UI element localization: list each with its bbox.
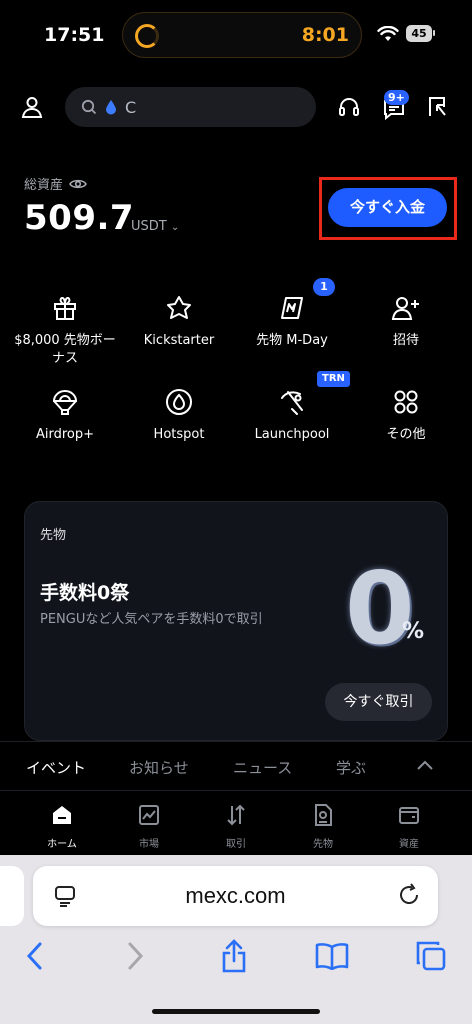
shortcut-kickstarter[interactable]: Kickstarter <box>127 292 231 350</box>
gift-icon <box>47 292 83 324</box>
shortcut-label: Launchpool <box>254 427 330 442</box>
search-icon <box>81 99 97 115</box>
total-assets-text: 総資産 <box>24 178 64 193</box>
promo-description: PENGUなど人気ペアを手数料0で取引 <box>40 612 263 627</box>
timer-ring-icon <box>135 24 159 48</box>
total-assets-label: 総資産 <box>24 174 87 193</box>
nav-assets[interactable]: 資産 <box>379 803 439 850</box>
back-button[interactable] <box>16 938 52 974</box>
nav-futures[interactable]: 先物 <box>293 803 353 850</box>
invite-user-icon <box>388 292 424 324</box>
address-bar[interactable]: mexc.com <box>33 866 438 926</box>
shortcut-more[interactable]: その他 <box>354 386 458 444</box>
search-input[interactable]: C <box>65 87 316 127</box>
notification-badge: 9+ <box>384 90 409 105</box>
battery-indicator: 45 <box>406 25 432 42</box>
trade-now-button[interactable]: 今すぐ取引 <box>325 683 432 721</box>
shortcut-airdrop[interactable]: Airdrop+ <box>13 386 117 444</box>
promo-title: 手数料0祭 <box>40 582 130 604</box>
nav-label: 市場 <box>139 839 159 850</box>
tab-announcements[interactable]: お知らせ <box>129 757 189 778</box>
chevron-down-icon: ⌄ <box>170 222 180 233</box>
search-placeholder: C <box>125 97 137 117</box>
tabs-icon <box>416 941 446 971</box>
rocket-icon <box>161 292 197 324</box>
support-headset-icon[interactable] <box>335 93 363 121</box>
shortcut-label: 招待 <box>392 333 419 348</box>
percent-graphic: % <box>402 619 425 644</box>
url-text: mexc.com <box>185 883 286 908</box>
tab-events[interactable]: イベント <box>26 757 86 778</box>
more-grid-icon <box>388 386 424 418</box>
parachute-icon <box>47 386 83 418</box>
eye-icon[interactable] <box>69 178 87 190</box>
dynamic-island: 8:01 <box>122 12 362 58</box>
tabs-button[interactable] <box>413 938 449 974</box>
chevron-left-icon <box>26 942 42 970</box>
flame-icon <box>161 386 197 418</box>
drop-icon <box>106 100 116 115</box>
mday-badge: 1 <box>313 278 335 296</box>
nav-label: ホーム <box>47 839 77 850</box>
zero-fee-graphic: 0 <box>345 550 415 667</box>
currency-label: USDT <box>131 219 167 234</box>
shortcut-label: Hotspot <box>153 427 205 442</box>
shortcut-label: $8,000 先物ボーナス <box>14 333 116 366</box>
shortcut-label: 先物 M-Day <box>256 333 328 348</box>
book-icon <box>315 943 349 970</box>
status-time: 17:51 <box>44 24 105 46</box>
shortcut-label: Kickstarter <box>143 333 215 348</box>
pickaxe-icon <box>274 386 310 418</box>
shortcut-futures-bonus[interactable]: $8,000 先物ボーナス <box>13 292 117 368</box>
wallet-icon <box>399 807 419 824</box>
launchpool-badge: TRN <box>317 371 350 387</box>
total-assets-value: 509.7 <box>24 198 135 238</box>
scan-app-icon[interactable] <box>423 93 451 121</box>
island-timer-text: 8:01 <box>301 24 349 46</box>
previous-tab-peek[interactable] <box>0 866 24 926</box>
shortcut-label: Airdrop+ <box>35 427 95 442</box>
battery-nub <box>433 30 435 36</box>
chevron-right-icon <box>128 942 144 970</box>
shortcut-label: その他 <box>386 427 426 442</box>
shortcut-invite[interactable]: 招待 <box>354 292 458 350</box>
nav-label: 資産 <box>399 839 419 850</box>
futures-doc-icon <box>315 804 332 826</box>
trade-arrows-icon <box>227 804 245 826</box>
shortcut-hotspot[interactable]: Hotspot <box>127 386 231 444</box>
chart-icon <box>139 805 159 825</box>
share-button[interactable] <box>216 938 252 974</box>
promo-tag: 先物 <box>40 528 67 543</box>
shortcut-futures-mday[interactable]: 先物 M-Day <box>240 292 344 350</box>
profile-icon[interactable] <box>18 93 46 121</box>
tab-learn[interactable]: 学ぶ <box>336 757 366 778</box>
reload-icon[interactable] <box>397 883 421 907</box>
tab-news[interactable]: ニュース <box>233 757 292 778</box>
nav-trade[interactable]: 取引 <box>206 803 266 850</box>
currency-selector[interactable]: USDT ⌄ <box>131 219 179 234</box>
home-indicator <box>152 1009 320 1014</box>
nav-home[interactable]: ホーム <box>32 803 92 850</box>
bookmarks-button[interactable] <box>314 938 350 974</box>
home-icon <box>53 806 71 824</box>
chevron-up-icon[interactable] <box>417 760 433 770</box>
nav-label: 先物 <box>313 839 333 850</box>
deposit-button[interactable]: 今すぐ入金 <box>328 188 447 227</box>
forward-button[interactable] <box>118 938 154 974</box>
share-icon <box>222 939 246 973</box>
nav-market[interactable]: 市場 <box>119 803 179 850</box>
shortcut-launchpool[interactable]: Launchpool <box>240 386 344 444</box>
nav-label: 取引 <box>226 839 246 850</box>
wifi-icon <box>377 26 399 41</box>
mday-icon <box>274 292 310 324</box>
